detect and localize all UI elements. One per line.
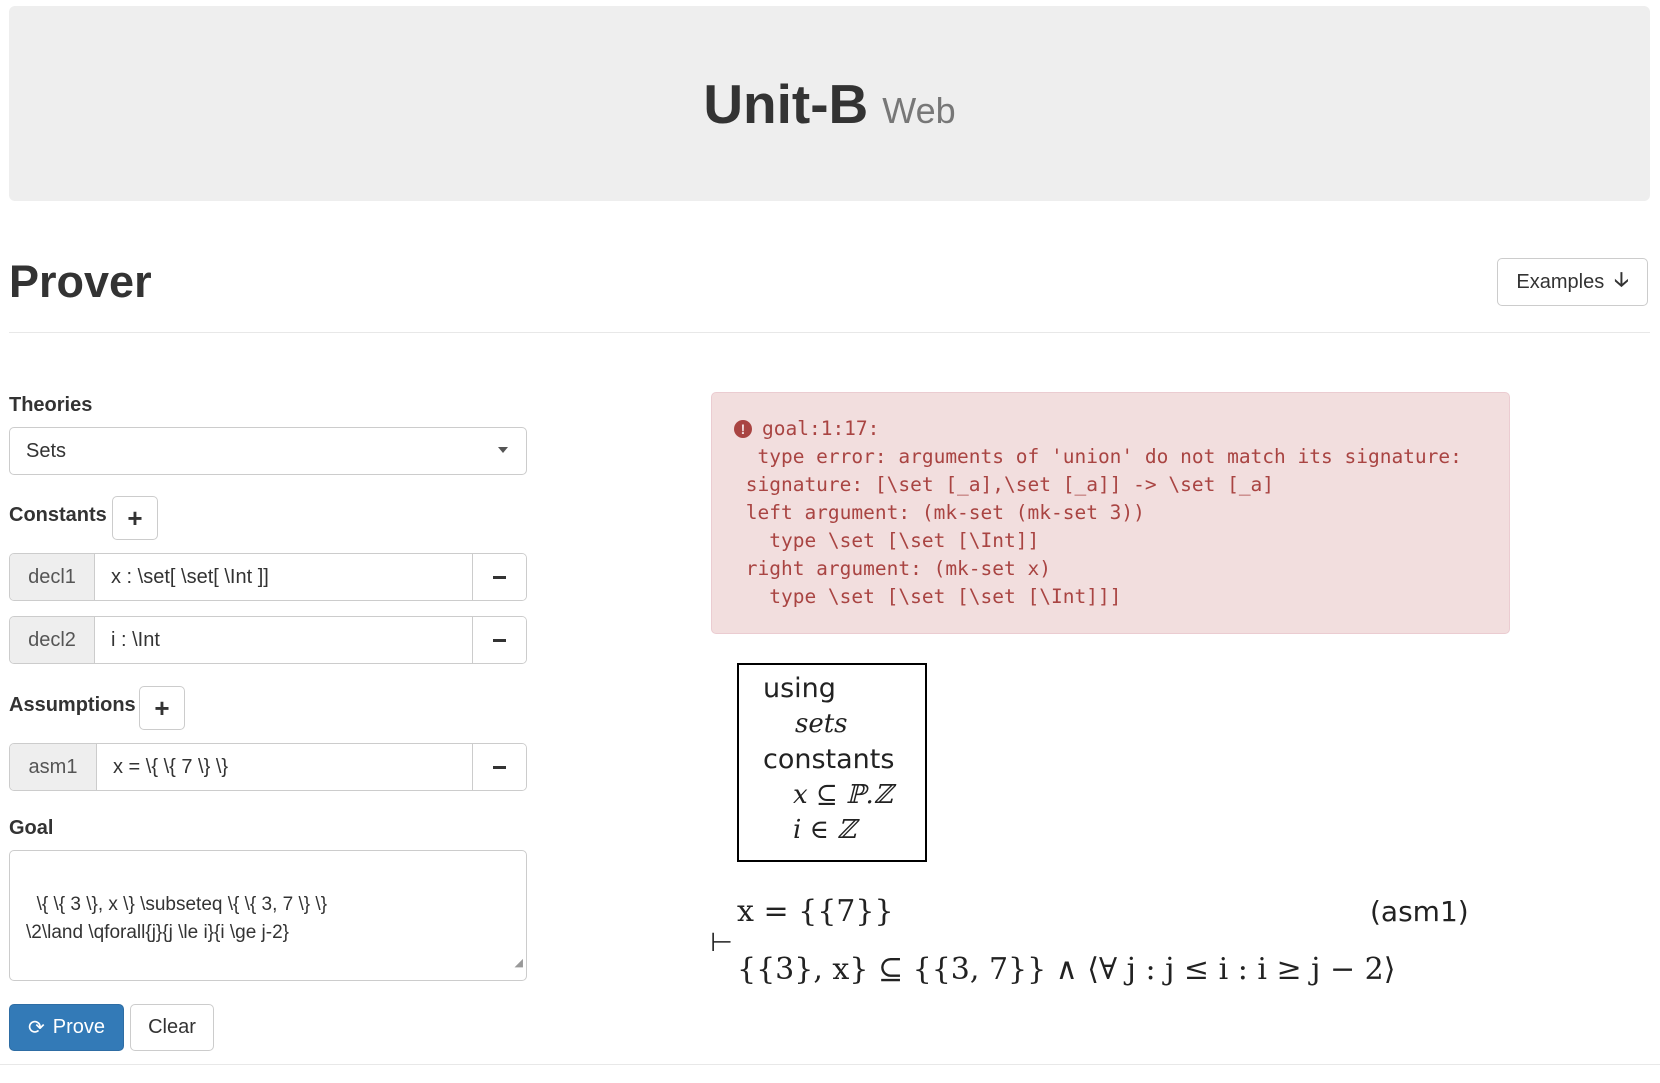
- constant-name: decl2: [10, 617, 95, 663]
- theory-name: sets: [795, 709, 848, 739]
- error-line: ! goal:1:17:: [734, 415, 1509, 443]
- minus-icon: [493, 638, 506, 642]
- header-jumbotron: Unit-B Web: [9, 6, 1650, 201]
- remove-assumption-button[interactable]: [472, 744, 526, 790]
- arrow-down-icon: 🡣: [1614, 269, 1629, 291]
- assumption-tag: (asm1): [1370, 895, 1469, 928]
- prove-label: Prove: [52, 1016, 105, 1038]
- error-line: type \set [\set [\Int]]: [734, 529, 1040, 552]
- goal-label: Goal: [9, 817, 54, 839]
- examples-button[interactable]: Examples 🡣: [1497, 258, 1648, 306]
- clear-button[interactable]: Clear: [130, 1004, 214, 1051]
- assumption-formula: x = {{7}}: [737, 894, 894, 929]
- error-line: type error: arguments of 'union' do not …: [734, 445, 1462, 468]
- assumption-row: asm1 x = \{ \{ 7 \} \}: [9, 743, 527, 791]
- header-divider: [9, 332, 1650, 333]
- constants-label: Constants: [9, 504, 107, 526]
- brand-subtitle: Web: [882, 89, 956, 131]
- constant-row: decl1 x : \set[ \set[ \Int ]]: [9, 553, 527, 601]
- brand: Unit-B Web: [703, 72, 955, 136]
- theories-label: Theories: [9, 394, 93, 416]
- theory-summary-box: using sets constants x ⊆ ℙ.ℤ i ∈ ℤ: [737, 663, 927, 862]
- constants-keyword: constants: [763, 744, 895, 775]
- goal-text: \{ \{ 3 \}, x \} \subseteq \{ \{ 3, 7 \}…: [26, 894, 328, 943]
- remove-constant-button[interactable]: [472, 554, 526, 600]
- constant-input[interactable]: x : \set[ \set[ \Int ]]: [95, 554, 472, 600]
- resize-handle-icon[interactable]: ◢: [515, 949, 523, 977]
- error-line: left argument: (mk-set (mk-set 3)): [734, 501, 1145, 524]
- exclamation-circle-icon: !: [734, 420, 752, 438]
- constant-decl-2: i ∈ ℤ: [793, 815, 857, 845]
- remove-constant-button[interactable]: [472, 617, 526, 663]
- plus-icon: +: [154, 692, 170, 723]
- error-alert: ! goal:1:17: type error: arguments of 'un…: [711, 392, 1510, 634]
- constant-row: decl2 i : \Int: [9, 616, 527, 664]
- theories-selected-value: Sets: [26, 439, 67, 462]
- error-line: signature: [\set [_a],\set [_a]] -> \set…: [734, 473, 1275, 496]
- error-line: right argument: (mk-set x): [734, 557, 1051, 580]
- assumption-input[interactable]: x = \{ \{ 7 \} \}: [97, 744, 472, 790]
- assumption-name: asm1: [10, 744, 97, 790]
- prove-button[interactable]: ⟳ Prove: [9, 1004, 124, 1051]
- plus-icon: +: [127, 502, 143, 533]
- using-keyword: using: [763, 673, 836, 704]
- minus-icon: [493, 765, 506, 769]
- minus-icon: [493, 575, 506, 579]
- turnstile-symbol: ⊢: [710, 928, 733, 958]
- add-constant-button[interactable]: +: [112, 496, 158, 540]
- constant-decl-1: x ⊆ ℙ.ℤ: [793, 780, 893, 810]
- refresh-icon: ⟳: [27, 1017, 45, 1039]
- brand-title: Unit-B: [703, 72, 869, 135]
- constant-name: decl1: [10, 554, 95, 600]
- add-assumption-button[interactable]: +: [139, 686, 185, 730]
- goal-formula: {{3}, x} ⊆ {{3, 7}} ∧ ⟨∀ j : j ≤ i : i ≥…: [737, 952, 1396, 987]
- goal-textarea[interactable]: \{ \{ 3 \}, x \} \subseteq \{ \{ 3, 7 \}…: [9, 850, 527, 981]
- constant-input[interactable]: i : \Int: [95, 617, 472, 663]
- footer-divider: [0, 1064, 1660, 1065]
- clear-label: Clear: [148, 1016, 196, 1038]
- page-title: Prover: [9, 256, 152, 307]
- theories-select[interactable]: Sets: [9, 427, 527, 475]
- assumptions-label: Assumptions: [9, 694, 136, 716]
- caret-down-icon: [498, 447, 508, 453]
- error-line: type \set [\set [\set [\Int]]]: [734, 585, 1122, 608]
- examples-label: Examples: [1516, 270, 1605, 293]
